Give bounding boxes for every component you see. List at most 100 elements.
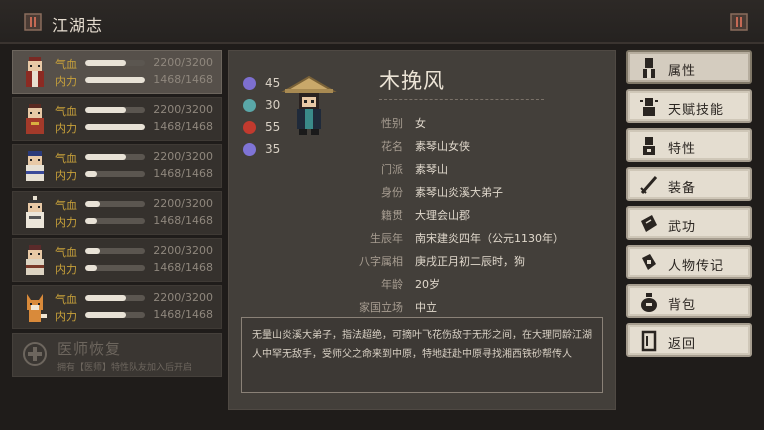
mp-label: 内力 (55, 310, 77, 323)
attribute-value: 35 (265, 142, 281, 156)
healer-recovery-hint: 拥有【医师】特性队友加入后开启 (57, 363, 193, 373)
info-row: 籍贯 大理会山郡 (329, 203, 609, 226)
menu-label: 装备 (668, 181, 697, 196)
party-member[interactable]: 气血 2200/3200 内力 1468/1468 (12, 285, 222, 329)
info-key: 身份 (381, 186, 403, 199)
info-value: 大理会山郡 (415, 209, 470, 222)
sword-icon (640, 176, 658, 194)
mp-bar (85, 77, 145, 83)
red-orb-icon (243, 121, 256, 134)
mp-label: 内力 (55, 122, 77, 135)
hp-value: 2200/3200 (153, 291, 213, 304)
violet-orb-icon (243, 143, 256, 156)
mp-stat: 内力 1468/1468 (55, 119, 223, 135)
info-value: 素琴山 (415, 163, 448, 176)
mp-bar-fill (85, 265, 97, 271)
party-member[interactable]: 气血 2200/3200 内力 1468/1468 (12, 191, 222, 235)
info-value: 庚戌正月初二辰时，狗 (415, 255, 525, 268)
info-value: 南宋建炎四年（公元1130年） (415, 232, 564, 245)
biography-icon (642, 254, 656, 270)
info-value: 中立 (415, 301, 437, 314)
purple-orb-icon (243, 77, 256, 90)
character-avatar-icon (26, 196, 44, 228)
mp-bar-fill (85, 124, 145, 130)
mp-bar (85, 265, 145, 271)
character-bio-box: 无量山炎溪大弟子，指法超绝，可摘叶飞花伤敌于无形之间，在大理同龄江湖人中罕无敌手… (241, 317, 603, 393)
hp-value: 2200/3200 (153, 103, 213, 116)
info-row: 身份 素琴山炎溪大弟子 (329, 180, 609, 203)
mp-bar (85, 171, 145, 177)
mp-bar-fill (85, 77, 145, 83)
info-value: 素琴山炎溪大弟子 (415, 186, 503, 199)
hp-stat: 气血 2200/3200 (55, 55, 223, 71)
mp-stat: 内力 1468/1468 (55, 307, 223, 323)
menu-equipment-button[interactable]: 装备 (626, 167, 752, 201)
info-key: 性别 (381, 117, 403, 130)
mp-stat: 内力 1468/1468 (55, 72, 223, 88)
menu-back-button[interactable]: 返回 (626, 323, 752, 357)
name-divider (379, 99, 544, 100)
healer-icon (23, 342, 47, 366)
hp-bar-fill (85, 248, 100, 254)
menu-label: 返回 (668, 337, 697, 352)
hp-value: 2200/3200 (153, 197, 213, 210)
menu-talent-skills-button[interactable]: 天赋技能 (626, 89, 752, 123)
hp-bar (85, 248, 145, 254)
hp-label: 气血 (55, 199, 77, 212)
healer-recovery-button[interactable]: 医师恢复 拥有【医师】特性队友加入后开启 (12, 333, 222, 377)
hp-bar-fill (85, 201, 100, 207)
hp-bar (85, 154, 145, 160)
info-row: 家国立场 中立 (329, 295, 609, 318)
party-member[interactable]: 气血 2200/3200 内力 1468/1468 (12, 144, 222, 188)
page-title: 江湖志 (52, 16, 104, 35)
skill-icon (640, 98, 658, 116)
character-menu: 属性 天赋技能 特性 装备 武功 人物传记 背包 返回 (626, 50, 752, 362)
bag-icon (641, 293, 657, 312)
menu-bag-button[interactable]: 背包 (626, 284, 752, 318)
info-key: 生辰年 (370, 232, 403, 245)
menu-biography-button[interactable]: 人物传记 (626, 245, 752, 279)
hp-stat: 气血 2200/3200 (55, 290, 223, 306)
party-member[interactable]: 气血 2200/3200 内力 1468/1468 (12, 97, 222, 141)
person-icon (643, 58, 655, 78)
mp-stat: 内力 1468/1468 (55, 166, 223, 182)
hp-bar-fill (85, 60, 127, 66)
healer-recovery-label: 医师恢复 (57, 340, 122, 358)
exit-door-icon (641, 330, 657, 352)
hp-bar-fill (85, 107, 127, 113)
info-key: 花名 (381, 140, 403, 153)
mp-label: 内力 (55, 263, 77, 276)
menu-traits-button[interactable]: 特性 (626, 128, 752, 162)
hp-stat: 气血 2200/3200 (55, 102, 223, 118)
info-value: 20岁 (415, 278, 440, 291)
hp-stat: 气血 2200/3200 (55, 149, 223, 165)
mp-stat: 内力 1468/1468 (55, 213, 223, 229)
mp-bar-fill (85, 312, 127, 318)
hp-bar (85, 107, 145, 113)
info-row: 门派 素琴山 (329, 157, 609, 180)
mp-label: 内力 (55, 75, 77, 88)
menu-label: 特性 (668, 142, 697, 157)
info-value: 女 (415, 117, 426, 130)
menu-label: 背包 (668, 298, 697, 313)
character-avatar-icon (26, 57, 44, 87)
menu-label: 属性 (668, 64, 697, 79)
hp-label: 气血 (55, 293, 77, 306)
hp-value: 2200/3200 (153, 56, 213, 69)
info-key: 八字属相 (359, 255, 403, 268)
mp-label: 内力 (55, 169, 77, 182)
party-member[interactable]: 气血 2200/3200 内力 1468/1468 (12, 238, 222, 282)
menu-martial-arts-button[interactable]: 武功 (626, 206, 752, 240)
party-member[interactable]: 气血 2200/3200 内力 1468/1468 (12, 50, 222, 94)
attribute-value: 30 (265, 98, 281, 112)
fox-avatar-icon (27, 294, 47, 322)
hp-value: 2200/3200 (153, 244, 213, 257)
hp-label: 气血 (55, 152, 77, 165)
info-row: 八字属相 庚戌正月初二辰时，狗 (329, 249, 609, 272)
menu-attributes-button[interactable]: 属性 (626, 50, 752, 84)
hp-label: 气血 (55, 105, 77, 118)
mp-value: 1468/1468 (153, 167, 213, 180)
hp-stat: 气血 2200/3200 (55, 196, 223, 212)
menu-label: 武功 (668, 220, 697, 235)
character-avatar-icon (26, 245, 44, 275)
